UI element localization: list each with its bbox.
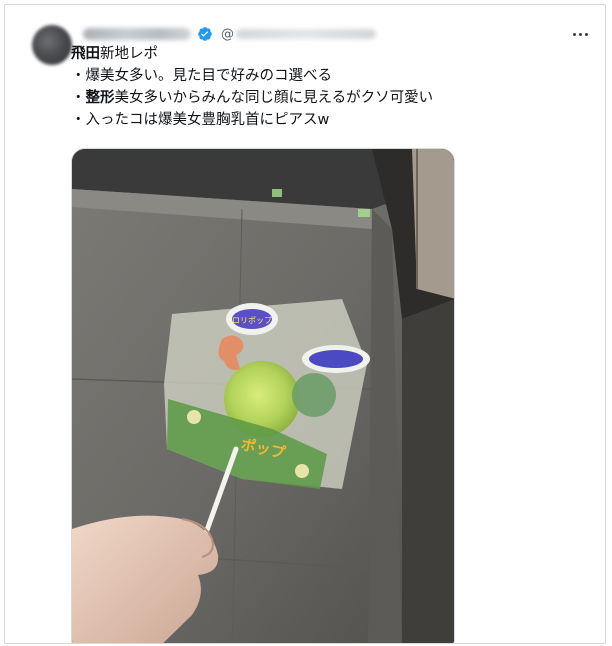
tweet-line-3-text: 美女多いからみんな同じ顔に見えるがクソ可愛い bbox=[114, 90, 434, 106]
more-options-icon[interactable] bbox=[569, 24, 591, 44]
tweet-line-1: 飛田新地レポ bbox=[71, 43, 433, 65]
tweet-line-4-text: ・入ったコは爆美女豊胸乳首にピアスw bbox=[71, 112, 330, 128]
tweet-line-3-prefix: ・ bbox=[71, 90, 86, 106]
handle-at-symbol: @ bbox=[221, 26, 234, 42]
tweet-line-3: ・整形美女多いからみんな同じ顔に見えるがクソ可愛い bbox=[71, 87, 433, 109]
avatar[interactable] bbox=[32, 25, 72, 65]
tweet-card: @ 飛田新地レポ ・爆美女多い。見た目で好みのコ選べる ・整形美女多いからみんな… bbox=[4, 4, 606, 644]
lollipop-photo-image: ロリポップ ポップ bbox=[72, 149, 454, 643]
verified-badge-icon bbox=[198, 27, 212, 41]
tweet-line-2: ・爆美女多い。見た目で好みのコ選べる bbox=[71, 65, 433, 87]
tweet-line-3-bold: 整形 bbox=[85, 90, 115, 106]
author-name-blurred[interactable] bbox=[83, 28, 191, 40]
candy-label-top: ロリポップ bbox=[232, 316, 272, 325]
tweet-text: 飛田新地レポ ・爆美女多い。見た目で好みのコ選べる ・整形美女多いからみんな同じ… bbox=[71, 43, 433, 131]
author-row: @ bbox=[83, 23, 376, 45]
tweet-line-4: ・入ったコは爆美女豊胸乳首にピアスw bbox=[71, 109, 433, 131]
author-handle-blurred[interactable] bbox=[236, 29, 376, 39]
tweet-line-1-bold: 飛田 bbox=[71, 46, 100, 62]
tweet-photo[interactable]: ロリポップ ポップ bbox=[71, 148, 455, 643]
tweet-line-2-text: ・爆美女多い。見た目で好みのコ選べる bbox=[71, 68, 332, 84]
tweet-line-1-text: 新地レポ bbox=[100, 46, 158, 62]
